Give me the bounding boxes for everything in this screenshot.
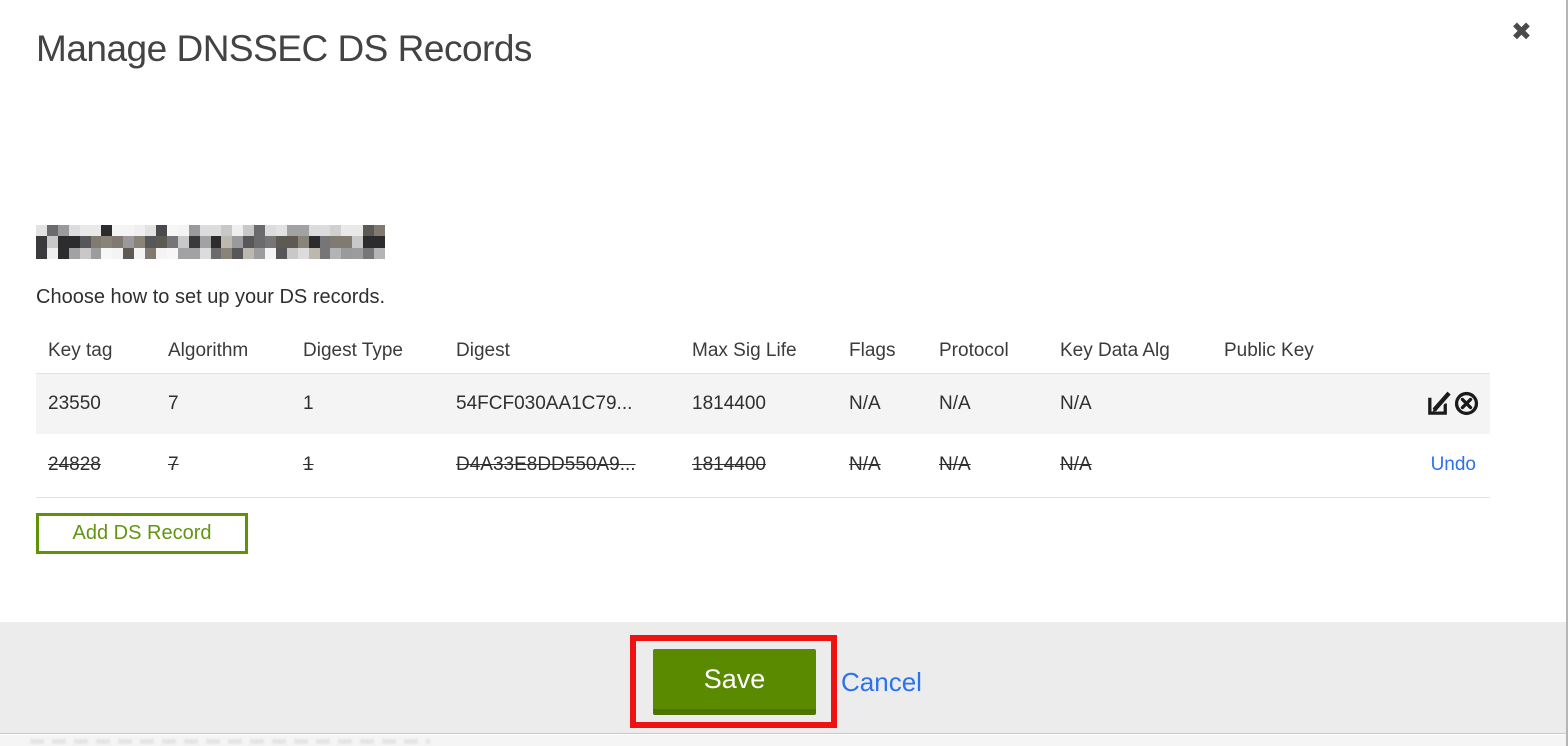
instruction-text: Choose how to set up your DS records. bbox=[36, 286, 386, 308]
undo-link[interactable]: Undo bbox=[1431, 454, 1480, 475]
edit-icon[interactable] bbox=[1425, 390, 1452, 417]
redacted-domain-name bbox=[36, 225, 385, 259]
column-header-actions bbox=[1362, 330, 1490, 374]
column-header: Public Key bbox=[1212, 330, 1362, 374]
save-button[interactable]: Save bbox=[653, 649, 816, 715]
table-cell: 1814400 bbox=[692, 392, 766, 414]
column-header: Protocol bbox=[927, 330, 1048, 374]
table-cell: N/A bbox=[927, 434, 1048, 498]
dnssec-modal: Manage DNSSEC DS Records ✖ Choose how to… bbox=[0, 0, 1568, 746]
table-cell: 24828 bbox=[36, 434, 156, 498]
column-header: Algorithm bbox=[156, 330, 291, 374]
column-header: Flags bbox=[837, 330, 927, 374]
footer-bar: Save bbox=[0, 622, 1566, 734]
table-cell bbox=[1212, 373, 1362, 434]
column-header: Digest Type bbox=[291, 330, 444, 374]
column-header: Digest bbox=[444, 330, 680, 374]
table-cell: 1 bbox=[291, 434, 444, 498]
table-cell: 54FCF030AA1C79... bbox=[456, 392, 633, 414]
table-cell: N/A bbox=[1060, 392, 1092, 414]
row-actions: Undo bbox=[1362, 434, 1490, 498]
column-header: Max Sig Life bbox=[680, 330, 837, 374]
ds-records-table: Key tag Algorithm Digest Type Digest Max Sig… bbox=[36, 330, 1490, 498]
table-row: 24828 7 1 D4A33E8DD550A9... 1814400 N/A N/A N/A… bbox=[36, 434, 1490, 498]
table-cell: N/A bbox=[1048, 434, 1212, 498]
cancel-link[interactable]: Cancel bbox=[841, 667, 922, 698]
background-page-strip bbox=[0, 735, 1566, 746]
table-cell: 23550 bbox=[48, 392, 101, 414]
table-cell: 1 bbox=[303, 392, 314, 414]
column-header: Key Data Alg bbox=[1048, 330, 1212, 374]
table-cell: D4A33E8DD550A9... bbox=[444, 434, 680, 498]
table-cell: N/A bbox=[849, 392, 881, 414]
background-content-hint bbox=[30, 739, 430, 744]
table-cell: 1814400 bbox=[680, 434, 837, 498]
delete-icon[interactable] bbox=[1453, 390, 1480, 417]
table-body: 23550 7 1 54FCF030AA1C79... 1814400 N/A N/A N/A… bbox=[36, 373, 1490, 498]
table-header: Key tag Algorithm Digest Type Digest Max Sig… bbox=[36, 330, 1490, 374]
table-cell bbox=[1212, 434, 1362, 498]
row-actions bbox=[1362, 373, 1490, 434]
page-title: Manage DNSSEC DS Records bbox=[36, 28, 532, 69]
table-cell: N/A bbox=[837, 434, 927, 498]
column-header: Key tag bbox=[36, 330, 156, 374]
table-cell: 7 bbox=[156, 434, 291, 498]
table-cell: N/A bbox=[939, 392, 971, 414]
table-row: 23550 7 1 54FCF030AA1C79... 1814400 N/A N/A N/A bbox=[36, 373, 1490, 434]
table-cell: 7 bbox=[168, 392, 179, 414]
close-icon[interactable]: ✖ bbox=[1511, 20, 1532, 45]
add-ds-record-button[interactable]: Add DS Record bbox=[36, 513, 248, 554]
